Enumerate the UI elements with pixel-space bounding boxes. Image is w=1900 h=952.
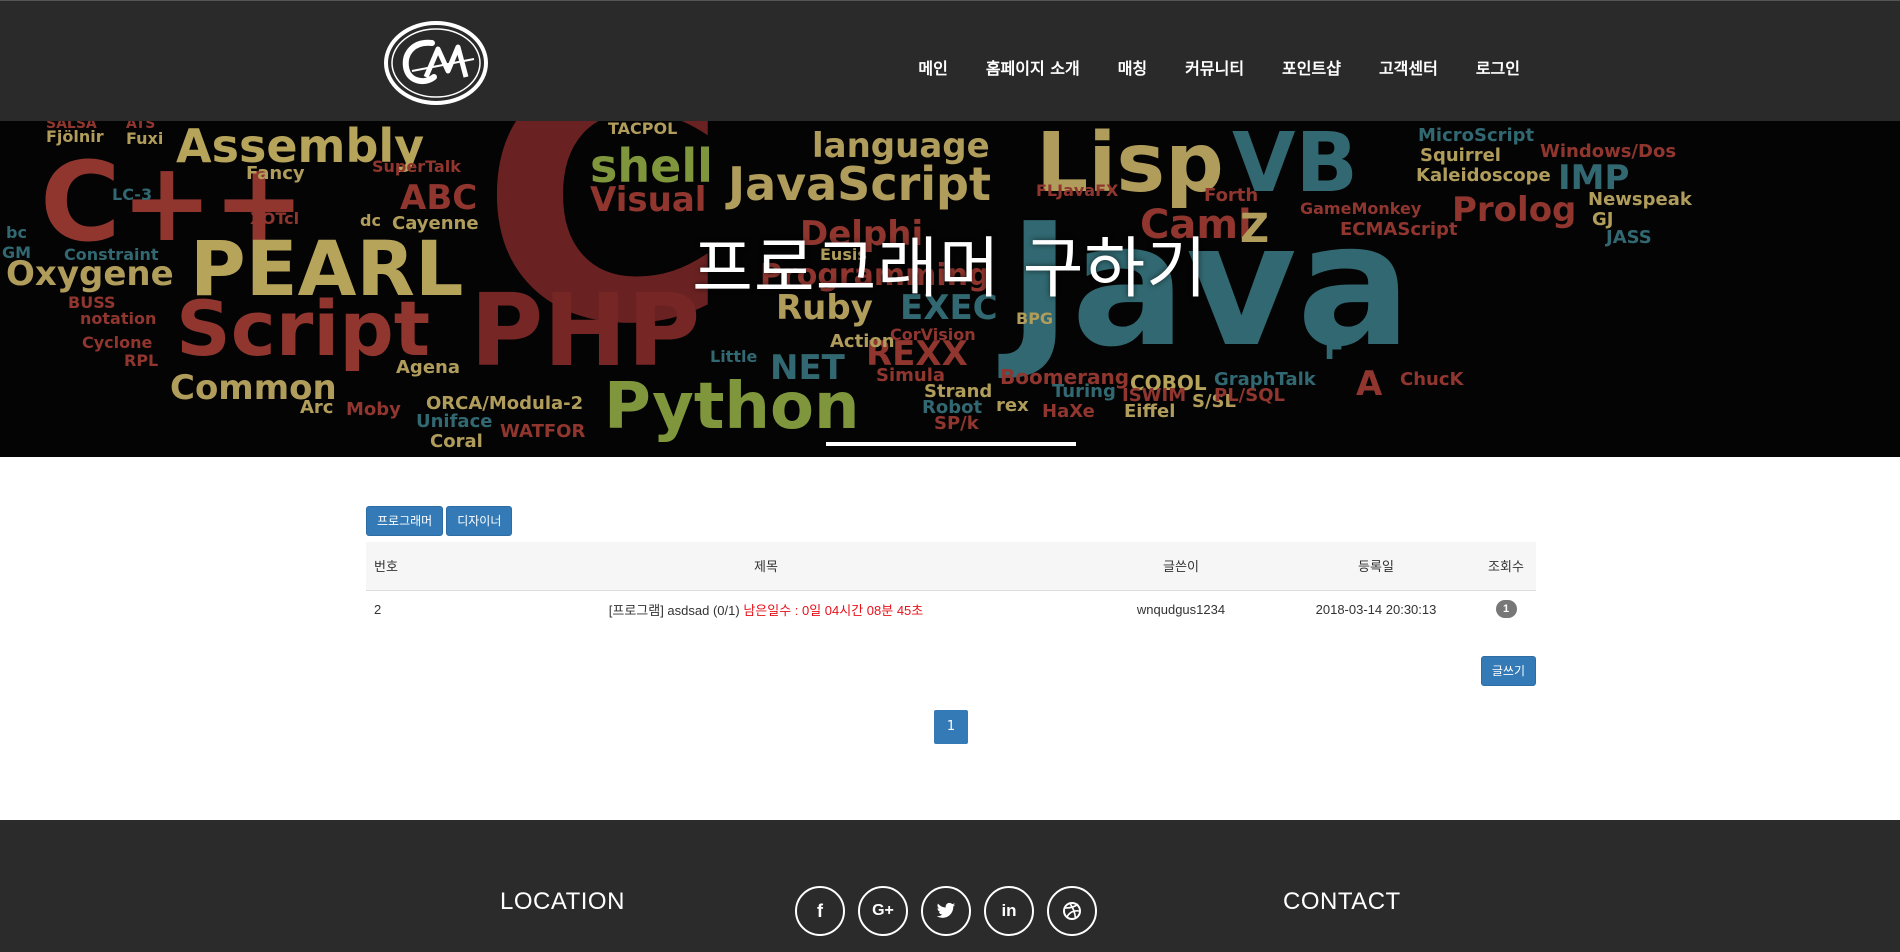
- post-table: 번호 제목 글쓴이 등록일 조회수 2 [프로그램] asdsad (0/1) …: [366, 542, 1536, 628]
- facebook-icon[interactable]: f: [795, 886, 845, 936]
- category-programmer-button[interactable]: 프로그래머: [366, 506, 444, 536]
- column-writer: 글쓴이: [1086, 542, 1276, 591]
- post-title-cell[interactable]: [프로그램] asdsad (0/1) 남은일수 : 0일 04시간 08분 4…: [446, 590, 1086, 628]
- column-date: 등록일: [1276, 542, 1476, 591]
- column-views: 조회수: [1476, 542, 1536, 591]
- remaining-time: 남은일수 : 0일 04시간 08분 45초: [743, 602, 924, 618]
- category-designer-button[interactable]: 디자이너: [446, 506, 513, 536]
- main-nav: 메인 홈페이지 소개 매칭 커뮤니티 포인트샵 고객센터 로그인: [918, 55, 1520, 79]
- nav-item-matching[interactable]: 매칭: [1118, 55, 1147, 79]
- post-title-link[interactable]: [프로그램] asdsad (0/1): [609, 603, 740, 618]
- post-number: 2: [374, 601, 382, 617]
- nav-item-community[interactable]: 커뮤니티: [1185, 55, 1244, 79]
- hero-banner: C Assembly C++ shell language Lisp VB JavaScrip…: [0, 121, 1900, 457]
- site-logo[interactable]: [382, 19, 490, 107]
- page-title: 프로그래머 구하기: [692, 230, 1208, 307]
- twitter-icon[interactable]: [921, 886, 971, 936]
- pagination-page-1[interactable]: 1: [934, 710, 968, 744]
- write-post-button[interactable]: 글쓰기: [1480, 656, 1536, 686]
- dribbble-icon[interactable]: [1047, 886, 1097, 936]
- column-number: 번호: [366, 542, 446, 591]
- social-links: f G+ in: [795, 886, 1097, 936]
- table-row[interactable]: 2 [프로그램] asdsad (0/1) 남은일수 : 0일 04시간 08분…: [366, 590, 1536, 628]
- board-section: 프로그래머 디자이너 번호 제목 글쓴이 등록일 조회수 2 [프로그램] as…: [366, 506, 1536, 744]
- post-writer: wnqudgus1234: [1136, 601, 1226, 617]
- column-title: 제목: [446, 542, 1086, 591]
- nav-item-customer-center[interactable]: 고객센터: [1379, 55, 1438, 79]
- linkedin-icon[interactable]: in: [984, 886, 1034, 936]
- nav-item-login[interactable]: 로그인: [1476, 55, 1520, 79]
- post-date: 2018-03-14 20:30:13: [1315, 601, 1437, 617]
- nav-item-home[interactable]: 메인: [918, 55, 947, 79]
- nav-item-about[interactable]: 홈페이지 소개: [986, 55, 1080, 79]
- post-views-cell: 1: [1476, 590, 1536, 628]
- title-underline: [826, 442, 1076, 446]
- views-badge: 1: [1495, 600, 1517, 619]
- footer-location-heading: LOCATION: [500, 888, 625, 915]
- google-plus-icon[interactable]: G+: [858, 886, 908, 936]
- site-footer: LOCATION f G+ in CONTACT: [0, 820, 1900, 952]
- nav-item-point-shop[interactable]: 포인트샵: [1282, 55, 1341, 79]
- top-navbar: 메인 홈페이지 소개 매칭 커뮤니티 포인트샵 고객센터 로그인: [0, 0, 1900, 121]
- category-buttons: 프로그래머 디자이너: [366, 506, 1536, 536]
- logo-emblem-icon: [384, 21, 488, 105]
- table-header-row: 번호 제목 글쓴이 등록일 조회수: [366, 542, 1536, 591]
- footer-contact-heading: CONTACT: [1283, 888, 1401, 915]
